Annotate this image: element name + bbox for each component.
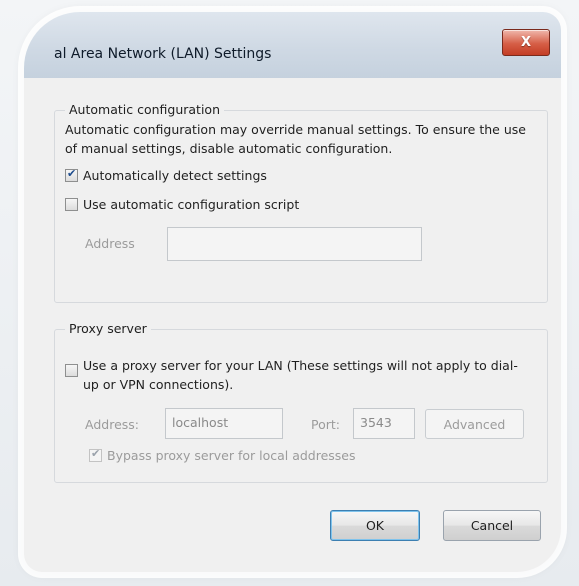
auto-script-label[interactable]: Use automatic configuration script [83,195,299,214]
auto-script-checkbox[interactable] [65,198,78,211]
ok-button[interactable]: OK [330,510,420,541]
auto-detect-checkbox[interactable] [65,167,78,182]
title-bar[interactable]: al Area Network (LAN) Settings X [24,12,561,79]
close-icon: X [520,35,532,50]
proxy-address-label: Address: [85,417,139,432]
window-title: al Area Network (LAN) Settings [54,46,272,62]
automatic-configuration-legend: Automatic configuration [65,102,224,117]
proxy-port-label: Port: [311,417,340,432]
use-proxy-checkbox[interactable] [65,364,78,377]
bypass-label[interactable]: Bypass proxy server for local addresses [107,446,356,465]
automatic-configuration-group: Automatic configuration Automatic config… [54,102,548,303]
advanced-button[interactable]: Advanced [425,409,524,439]
auto-script-row[interactable]: Use automatic configuration script [65,195,299,214]
proxy-port-field[interactable]: 3543 [353,408,415,439]
cancel-button[interactable]: Cancel [443,510,541,541]
auto-detect-label[interactable]: Automatically detect settings [83,166,267,185]
proxy-address-field[interactable]: localhost [165,408,283,439]
lan-settings-dialog: al Area Network (LAN) Settings X Automat… [24,12,561,572]
proxy-server-legend: Proxy server [65,321,151,336]
dialog-body: Automatic configuration Automatic config… [24,78,561,572]
proxy-server-group: Proxy server Use a proxy server for your… [54,321,548,483]
auto-detect-row[interactable]: Automatically detect settings [65,166,267,185]
bypass-row[interactable]: Bypass proxy server for local addresses [89,446,356,465]
close-button[interactable]: X [502,29,550,56]
script-address-label: Address [85,236,135,251]
bypass-checkbox[interactable] [89,447,102,462]
script-address-field[interactable] [167,227,422,261]
use-proxy-label[interactable]: Use a proxy server for your LAN (These s… [83,356,533,394]
automatic-configuration-description: Automatic configuration may override man… [65,122,526,156]
use-proxy-row[interactable]: Use a proxy server for your LAN (These s… [65,356,533,394]
